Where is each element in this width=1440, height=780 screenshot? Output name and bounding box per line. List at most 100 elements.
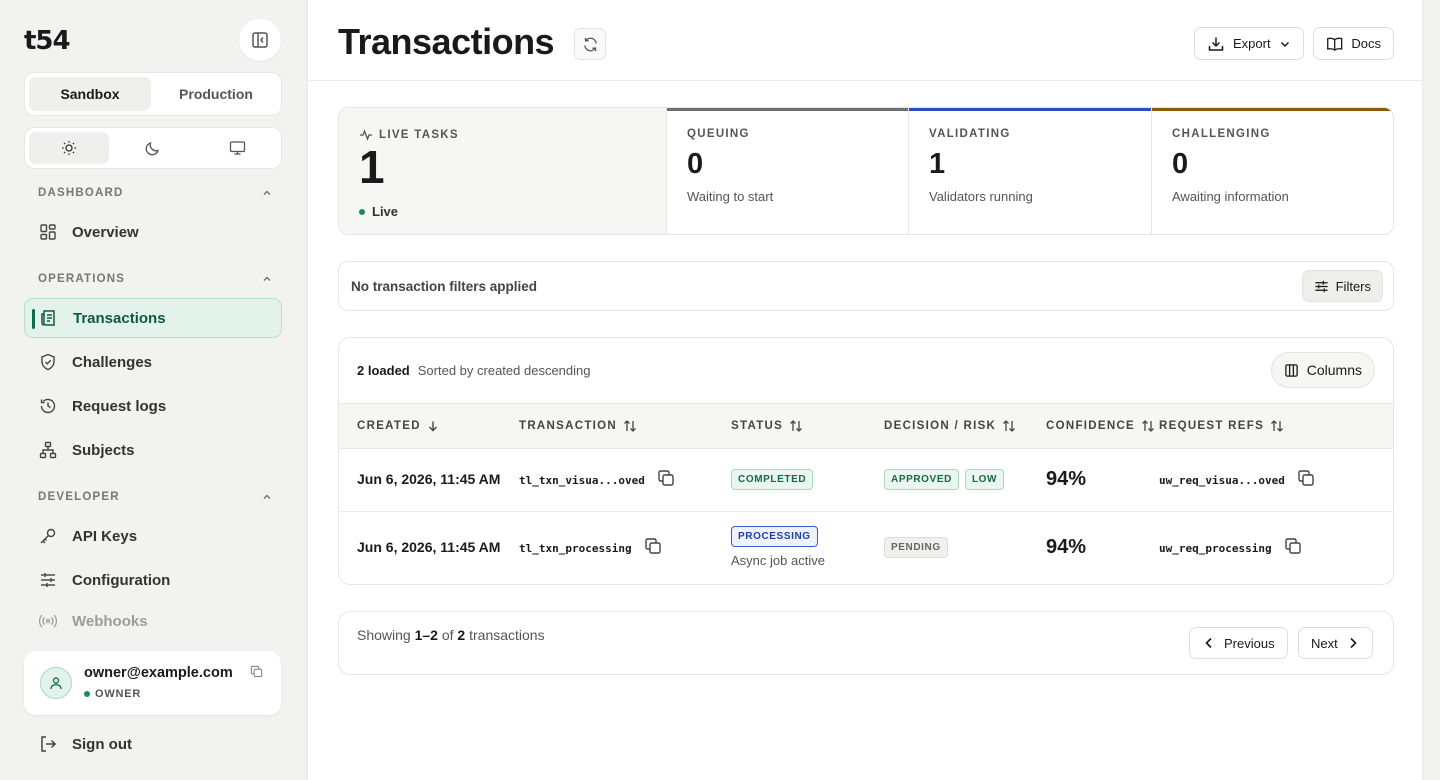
sidebar-toggle-icon [252,32,268,48]
filter-sliders-icon [1315,280,1328,292]
page-title: Transactions [338,21,555,62]
column-header-created[interactable]: CREATED [357,420,439,432]
chevron-down-icon [1280,41,1289,47]
hierarchy-icon [38,440,58,460]
refresh-button[interactable] [574,28,606,60]
column-header-status[interactable]: STATUS [731,420,803,432]
chevron-right-icon [1350,637,1357,649]
stat-challenging: CHALLENGING 0 Awaiting information [1152,108,1393,234]
pagination-prefix: Showing [357,627,411,643]
column-header-transaction[interactable]: TRANSACTION [519,420,637,432]
theme-toggle [24,127,282,169]
sidebar-item-api-keys[interactable]: API Keys [24,516,282,556]
pagination-of: of [441,627,454,643]
column-label: REQUEST REFS [1159,420,1265,432]
sidebar-item-label: Challenges [72,353,153,371]
sidebar-item-label: Configuration [72,571,171,589]
stat-status-text: Live [372,204,399,219]
stat-value: 0 [687,148,704,180]
column-header-decision-risk[interactable]: DECISION / RISK [884,420,1016,432]
stat-label: LIVE TASKS [359,128,646,142]
sidebar-item-label: Overview [72,223,139,241]
sidebar-item-request-logs[interactable]: Request logs [24,386,282,426]
stat-label: VALIDATING [929,128,1011,140]
sidebar-item-label: Transactions [73,309,166,327]
copy-icon [1298,470,1314,486]
env-sandbox-button[interactable]: Sandbox [29,77,151,111]
sort-icon [1271,420,1284,432]
receipt-icon [39,308,59,328]
status-badge: PROCESSING [731,526,818,547]
request-ref-id: uw_req_visua...oved [1159,474,1285,487]
status-cell: COMPLETED [731,469,814,490]
sidebar-item-overview[interactable]: Overview [24,212,282,252]
copy-icon [644,538,661,554]
chevron-up-icon [263,494,271,500]
sidebar-item-webhooks[interactable]: Webhooks [24,603,282,639]
column-label: DECISION / RISK [884,420,997,432]
filters-button[interactable]: Filters [1301,270,1383,302]
sun-icon [62,141,76,155]
collapse-sidebar-button[interactable] [239,19,281,61]
column-label: TRANSACTION [519,420,617,432]
table-summary: 2 loaded Sorted by created descending [357,363,590,378]
sidebar-item-transactions[interactable]: Transactions [24,298,282,338]
column-header-request-refs[interactable]: REQUEST REFS [1159,420,1284,432]
docs-button[interactable]: Docs [1313,27,1394,60]
confidence-cell: 94% [1046,536,1087,558]
previous-page-button[interactable]: Previous [1189,627,1288,659]
grid-icon [38,222,58,242]
theme-dark-button[interactable] [113,132,193,164]
key-icon [38,526,58,546]
next-page-button[interactable]: Next [1298,627,1373,659]
sign-out-label: Sign out [72,735,132,753]
sidebar-item-configuration[interactable]: Configuration [24,560,282,600]
section-operations-header[interactable]: OPERATIONS [38,273,272,285]
pagination-range: 1–2 [414,627,438,643]
user-role: OWNER [84,688,141,700]
status-cell: PROCESSING Async job active [731,526,825,568]
sidebar-item-label: Webhooks [72,612,148,630]
table-row[interactable]: Jun 6, 2026, 11:45 AM tl_txn_visua...ove… [339,449,1393,512]
previous-label: Previous [1224,635,1275,651]
transaction-cell: tl_txn_visua...oved [519,469,675,492]
sidebar-item-subjects[interactable]: Subjects [24,430,282,470]
columns-icon [1284,363,1298,377]
theme-light-button[interactable] [29,132,109,164]
brand-logo[interactable]: t54 [24,26,71,56]
stat-label: CHALLENGING [1172,128,1271,140]
copy-transaction-button[interactable] [657,469,675,492]
history-icon [38,396,58,416]
section-developer-header[interactable]: DEVELOPER [38,491,272,503]
copy-transaction-button[interactable] [644,537,662,560]
stat-subtext: Waiting to start [687,189,774,204]
stat-validating: VALIDATING 1 Validators running [909,108,1152,234]
export-button[interactable]: Export [1194,27,1304,60]
activity-icon [360,129,372,141]
decision-risk-cell: PENDING [884,537,948,558]
sidebar-item-challenges[interactable]: Challenges [24,342,282,382]
moon-icon [145,142,159,156]
shield-icon [38,352,58,372]
book-icon [1327,37,1343,51]
sliders-icon [38,570,58,590]
section-dashboard-header[interactable]: DASHBOARD [38,187,272,199]
copy-request-ref-button[interactable] [1297,469,1315,492]
transactions-table: 2 loaded Sorted by created descending Co… [338,337,1394,585]
table-row[interactable]: Jun 6, 2026, 11:45 AM tl_txn_processing … [339,512,1393,584]
copy-email-button[interactable] [250,665,263,683]
request-ref-cell: uw_req_processing [1159,537,1302,560]
column-header-confidence[interactable]: CONFIDENCE [1046,420,1155,432]
monitor-icon [229,141,245,155]
theme-system-button[interactable] [197,132,277,164]
created-cell: Jun 6, 2026, 11:45 AM [357,539,501,555]
stat-label-text: LIVE TASKS [379,129,459,141]
copy-request-ref-button[interactable] [1284,537,1302,560]
column-label: STATUS [731,420,784,432]
status-note: Async job active [731,553,825,568]
columns-button[interactable]: Columns [1270,352,1375,388]
env-production-button[interactable]: Production [155,77,277,111]
sort-icon [1142,420,1154,432]
sign-out-button[interactable]: Sign out [38,734,132,754]
copy-icon [658,470,674,486]
